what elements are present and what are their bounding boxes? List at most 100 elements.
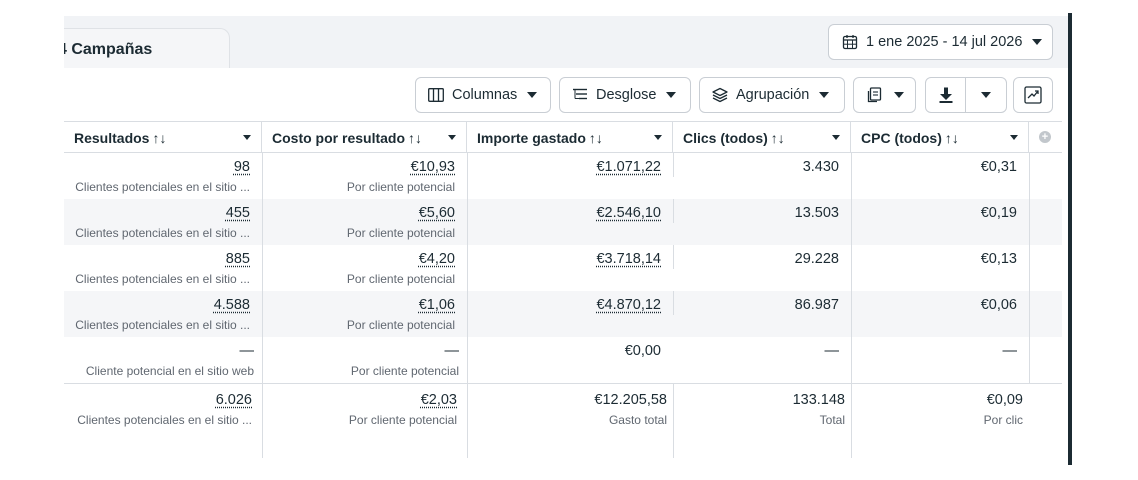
- results-subtitle: Clientes potenciales en el sitio ...: [75, 318, 250, 332]
- cost-value[interactable]: €10,93: [262, 158, 455, 176]
- export-dropdown-button[interactable]: [966, 78, 1006, 112]
- spent-total-cell: €12.205,58 Gasto total: [467, 384, 673, 430]
- cpc-total-cell: €0,09 Por clic: [851, 384, 1029, 430]
- column-header-results[interactable]: Resultados ↑↓: [64, 122, 262, 153]
- column-header-label: Costo por resultado: [272, 130, 406, 146]
- cpc-cell: €0,19: [851, 199, 1029, 245]
- columns-icon: [427, 86, 445, 104]
- cpc-value: —: [1002, 343, 1018, 359]
- results-value: —: [239, 343, 255, 359]
- results-total-subtitle: Clientes potenciales en el sitio ...: [77, 413, 252, 427]
- spent-cell: €4.870,12: [467, 291, 673, 337]
- results-subtitle: Clientes potenciales en el sitio ...: [75, 180, 250, 194]
- spent-value[interactable]: €3.718,14: [467, 250, 661, 268]
- calendar-icon: [841, 33, 859, 51]
- cost-subtitle: Por cliente potencial: [346, 318, 455, 332]
- columns-button[interactable]: Columnas: [415, 77, 551, 113]
- columns-label: Columnas: [452, 87, 518, 103]
- cost-total-cell: €2,03 Por cliente potencial: [262, 384, 467, 430]
- sort-icon[interactable]: ↑↓: [771, 130, 785, 146]
- spent-value[interactable]: €4.870,12: [467, 296, 661, 314]
- layers-icon: [711, 86, 729, 104]
- breakdown-label: Desglose: [596, 87, 657, 103]
- cost-cell: — Por cliente potencial: [262, 337, 467, 383]
- column-header-cpc[interactable]: CPC (todos) ↑↓: [851, 122, 1029, 153]
- results-value[interactable]: 98: [64, 158, 250, 176]
- cpc-cell: €0,06: [851, 291, 1029, 337]
- cpc-total-value: €0,09: [986, 392, 1023, 408]
- column-divider: [262, 153, 263, 458]
- results-cell: 885 Clientes potenciales en el sitio ...: [64, 245, 262, 291]
- sort-icon[interactable]: ↑↓: [589, 130, 603, 146]
- cost-cell: €10,93 Por cliente potencial: [262, 153, 467, 199]
- export-button[interactable]: [926, 78, 966, 112]
- column-divider: [673, 153, 674, 177]
- spent-cell: €2.546,10: [467, 199, 673, 245]
- clicks-value: —: [824, 343, 840, 359]
- column-divider: [673, 383, 674, 458]
- table-row[interactable]: 98 Clientes potenciales en el sitio ... €…: [64, 153, 1062, 199]
- results-subtitle: Cliente potencial en el sitio web: [85, 364, 254, 378]
- column-header-label: Clics (todos): [683, 130, 768, 146]
- results-value[interactable]: 885: [64, 250, 250, 268]
- panel-divider: [1068, 13, 1072, 465]
- breakdown-icon: [571, 86, 589, 104]
- table-header: Resultados ↑↓ Costo por resultado ↑↓ Impor…: [64, 121, 1062, 153]
- sort-icon[interactable]: ↑↓: [152, 130, 166, 146]
- tab-campaigns[interactable]: 4 Campañas: [64, 28, 230, 68]
- column-divider: [1029, 153, 1030, 383]
- date-range-picker[interactable]: 1 ene 2025 - 14 jul 2026: [828, 24, 1053, 60]
- spent-total-value: €12.205,58: [594, 392, 667, 408]
- table-row[interactable]: 885 Clientes potenciales en el sitio ... …: [64, 245, 1062, 291]
- cpc-total-subtitle: Por clic: [983, 413, 1023, 427]
- cost-cell: €5,60 Por cliente potencial: [262, 199, 467, 245]
- chevron-down-icon[interactable]: [654, 135, 662, 140]
- results-cell: — Cliente potencial en el sitio web: [64, 337, 262, 383]
- chevron-down-icon: [527, 92, 538, 98]
- table-row[interactable]: 4.588 Clientes potenciales en el sitio ..…: [64, 291, 1062, 337]
- column-header-cost-per-result[interactable]: Costo por resultado ↑↓: [262, 122, 467, 153]
- cpc-value: €0,13: [980, 251, 1017, 267]
- totals-row: 6.026 Clientes potenciales en el sitio ..…: [64, 383, 1062, 458]
- column-divider: [673, 291, 674, 315]
- results-value[interactable]: 455: [64, 204, 250, 222]
- reports-button[interactable]: [853, 77, 916, 113]
- spent-value[interactable]: €2.546,10: [467, 204, 661, 222]
- results-value[interactable]: 4.588: [64, 296, 250, 314]
- cpc-value: €0,31: [980, 159, 1017, 175]
- breakdown-button[interactable]: Desglose: [559, 77, 691, 113]
- clicks-total-value: 133.148: [792, 392, 845, 408]
- clicks-cell: 86.987: [673, 291, 851, 337]
- add-column-icon[interactable]: +: [1039, 131, 1051, 143]
- sort-icon[interactable]: ↑↓: [408, 130, 422, 146]
- cost-value[interactable]: €1,06: [262, 296, 455, 314]
- results-subtitle: Clientes potenciales en el sitio ...: [75, 226, 250, 240]
- chart-view-button[interactable]: [1013, 77, 1053, 113]
- column-divider: [851, 153, 852, 458]
- grouping-button[interactable]: Agrupación: [699, 77, 845, 113]
- column-header-label: CPC (todos): [861, 130, 942, 146]
- table-row[interactable]: 455 Clientes potenciales en el sitio ... …: [64, 199, 1062, 245]
- cost-total-value[interactable]: €2,03: [262, 391, 457, 409]
- table-row[interactable]: — Cliente potencial en el sitio web — Por …: [64, 337, 1062, 383]
- chevron-down-icon[interactable]: [1010, 135, 1018, 140]
- cost-value[interactable]: €4,20: [262, 250, 455, 268]
- column-header-clicks[interactable]: Clics (todos) ↑↓: [673, 122, 851, 153]
- chevron-down-icon: [819, 92, 830, 98]
- sort-icon[interactable]: ↑↓: [945, 130, 959, 146]
- column-divider: [673, 199, 674, 223]
- clicks-value: 13.503: [794, 205, 839, 221]
- cost-value[interactable]: €5,60: [262, 204, 455, 222]
- chevron-down-icon[interactable]: [448, 135, 456, 140]
- spent-total-subtitle: Gasto total: [608, 413, 667, 427]
- chevron-down-icon[interactable]: [832, 135, 840, 140]
- clicks-value: 29.228: [794, 251, 839, 267]
- clicks-value: 3.430: [802, 159, 839, 175]
- column-header-amount-spent[interactable]: Importe gastado ↑↓: [467, 122, 673, 153]
- spent-value[interactable]: €1.071,22: [467, 158, 661, 176]
- chevron-down-icon[interactable]: [243, 135, 251, 140]
- export-button-group: [925, 77, 1007, 113]
- results-total-value[interactable]: 6.026: [64, 391, 252, 409]
- cost-cell: €1,06 Por cliente potencial: [262, 291, 467, 337]
- clicks-cell: 29.228: [673, 245, 851, 291]
